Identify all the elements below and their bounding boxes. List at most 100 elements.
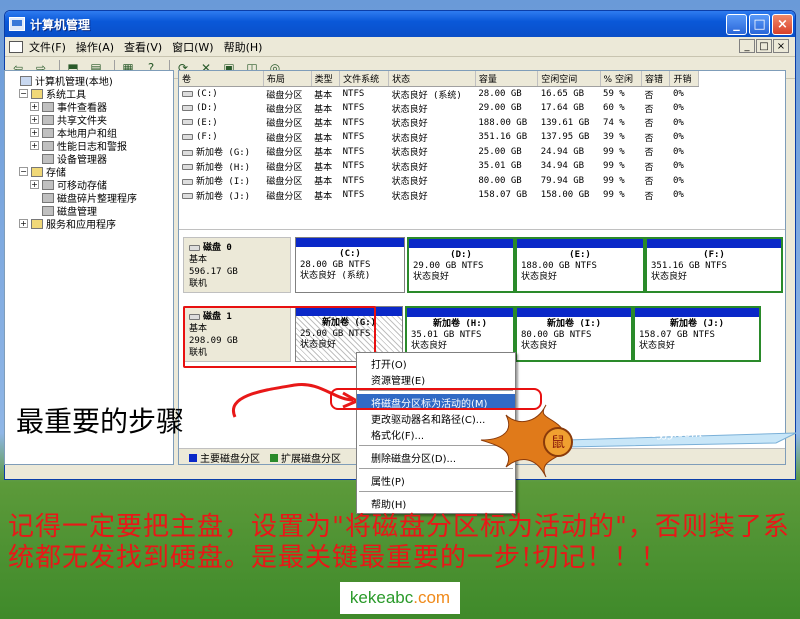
close-button[interactable]: × — [772, 13, 793, 35]
cell-text: 否 — [644, 90, 654, 101]
disk-0-header[interactable]: 磁盘 0 基本 596.17 GB 联机 — [183, 237, 291, 293]
tree-node[interactable]: + 服务和应用程序 — [8, 217, 170, 231]
table-cell: 状态良好 — [389, 188, 476, 203]
menu-item-open[interactable]: 打开(O) — [357, 355, 515, 371]
legend-swatch-extended — [270, 453, 278, 462]
table-cell: 否 — [642, 101, 670, 116]
table-row[interactable]: (D:) 磁盘分区 基本 NTFS 状态良好 29.00 GB 17.64 GB 60 % 否 0… — [179, 101, 699, 116]
partition-d[interactable]: (D:) 29.00 GB NTFS 状态良好 — [407, 237, 515, 293]
cell-text: 17.64 GB — [540, 103, 585, 114]
partition-f[interactable]: (F:) 351.16 GB NTFS 状态良好 — [645, 237, 783, 293]
partition-e[interactable]: (E:) 188.00 GB NTFS 状态良好 — [515, 237, 645, 293]
maximize-button[interactable]: □ — [749, 13, 770, 35]
table-cell: 99 % — [600, 145, 641, 160]
expander-icon[interactable]: + — [30, 180, 39, 189]
table-row[interactable]: 新加卷 (H:) 磁盘分区 基本 NTFS 状态良好 35.01 GB 34.94 GB 99… — [179, 159, 699, 174]
table-cell: 磁盘分区 — [263, 159, 311, 174]
minimize-button[interactable]: _ — [726, 13, 747, 35]
mdi-restore-button[interactable]: □ — [756, 39, 772, 53]
cell-text: 新加卷 (H:) — [196, 162, 251, 173]
tree-node-icon — [31, 88, 43, 99]
document-icon[interactable] — [9, 40, 23, 53]
cell-text: 351.16 GB — [478, 132, 528, 143]
title-bar[interactable]: 计算机管理 _ □ × — [5, 11, 795, 37]
primary-partition-bar — [409, 239, 513, 248]
tree-node[interactable]: 设备管理器 — [8, 152, 170, 166]
cell-text: 状态良好 — [391, 119, 428, 130]
tree-node[interactable]: 计算机管理(本地) — [8, 74, 170, 88]
volume-icon — [182, 178, 193, 185]
table-row[interactable]: 新加卷 (J:) 磁盘分区 基本 NTFS 状态良好 158.07 GB 158.00 GB… — [179, 188, 699, 203]
expander-icon[interactable]: − — [19, 167, 28, 176]
table-cell: 否 — [642, 116, 670, 131]
expander-icon[interactable]: + — [19, 219, 28, 228]
cell-text: 新加卷 (J:) — [196, 191, 251, 202]
expander-icon[interactable]: − — [19, 89, 28, 98]
cell-text: 0% — [672, 175, 684, 186]
partition-c[interactable]: (C:) 28.00 GB NTFS 状态良好 (系统) — [295, 237, 405, 293]
menu-file[interactable]: 文件(F) — [29, 39, 66, 55]
table-cell: 0% — [670, 159, 699, 174]
table-cell: 否 — [642, 159, 670, 174]
table-cell: 16.65 GB — [538, 87, 600, 102]
cell-text: 磁盘分区 — [266, 191, 303, 202]
table-row[interactable]: (E:) 磁盘分区 基本 NTFS 状态良好 188.00 GB 139.61 GB 74 %… — [179, 116, 699, 131]
partition-name: (D:) — [450, 250, 472, 260]
table-cell: 99 % — [600, 174, 641, 189]
column-header[interactable]: 容错 — [641, 71, 671, 87]
table-cell: 基本 — [311, 130, 339, 145]
table-row[interactable]: 新加卷 (I:) 磁盘分区 基本 NTFS 状态良好 80.00 GB 79.94 GB 99… — [179, 174, 699, 189]
menu-window[interactable]: 窗口(W) — [172, 39, 213, 55]
column-header[interactable]: 开销 — [669, 71, 699, 87]
cell-text: 基本 — [314, 119, 333, 130]
table-cell: 状态良好 — [389, 130, 476, 145]
cell-text: (D:) — [196, 103, 218, 114]
tree-spacer — [30, 206, 39, 215]
partition-j[interactable]: 新加卷 (J:) 158.07 GB NTFS 状态良好 — [633, 306, 761, 362]
cell-text: 139.61 GB — [540, 117, 590, 128]
column-header[interactable]: 文件系统 — [339, 71, 390, 87]
cell-text: 磁盘分区 — [266, 133, 303, 144]
column-header[interactable]: 卷 — [179, 71, 264, 87]
tree-node-icon — [42, 153, 54, 164]
table-cell: 基本 — [311, 87, 339, 102]
table-cell: 否 — [642, 188, 670, 203]
disk-0-name: 磁盘 0 — [203, 243, 232, 253]
mdi-minimize-button[interactable]: _ — [739, 39, 755, 53]
column-header[interactable]: 状态 — [388, 71, 476, 87]
tree-node-icon — [42, 140, 54, 151]
menu-item-explore[interactable]: 资源管理(E) — [357, 371, 515, 387]
cell-text: 0% — [672, 117, 684, 128]
table-row[interactable]: (F:) 磁盘分区 基本 NTFS 状态良好 351.16 GB 137.95 GB 39 %… — [179, 130, 699, 145]
table-cell: 磁盘分区 — [263, 87, 311, 102]
tree-node-icon — [42, 114, 54, 125]
expander-icon[interactable]: + — [30, 102, 39, 111]
cell-text: 0% — [672, 146, 684, 157]
cell-text: 否 — [644, 148, 654, 159]
column-header[interactable]: 容量 — [475, 71, 539, 87]
menu-view[interactable]: 查看(V) — [124, 39, 162, 55]
tree-node-icon — [20, 75, 32, 86]
expander-icon[interactable]: + — [30, 128, 39, 137]
menu-help[interactable]: 帮助(H) — [224, 39, 263, 55]
cell-text: 35.01 GB — [478, 161, 522, 172]
column-header[interactable]: 类型 — [311, 71, 341, 87]
menu-bar: 文件(F) 操作(A) 查看(V) 窗口(W) 帮助(H) _ □ × — [5, 37, 795, 57]
partition-i[interactable]: 新加卷 (I:) 80.00 GB NTFS 状态良好 — [515, 306, 633, 362]
cell-text: 否 — [644, 104, 654, 115]
cell-text: 否 — [644, 191, 654, 202]
menu-item-help[interactable]: 帮助(H) — [357, 495, 515, 511]
column-header[interactable]: 布局 — [263, 71, 312, 87]
step-annotation-label: 最重要的步骤 — [16, 405, 185, 438]
table-row[interactable]: (C:) 磁盘分区 基本 NTFS 状态良好 (系统) 28.00 GB 16.65 GB 5… — [179, 87, 699, 102]
table-cell: 0% — [670, 101, 699, 116]
column-header[interactable]: % 空闲 — [600, 71, 643, 87]
menu-action[interactable]: 操作(A) — [76, 39, 114, 55]
mdi-close-button[interactable]: × — [773, 39, 789, 53]
expander-icon[interactable]: + — [30, 141, 39, 150]
table-row[interactable]: 新加卷 (G:) 磁盘分区 基本 NTFS 状态良好 25.00 GB 24.94 GB 99… — [179, 145, 699, 160]
column-header[interactable]: 空闲空间 — [537, 71, 601, 87]
expander-icon[interactable]: + — [30, 115, 39, 124]
table-cell: 25.00 GB — [475, 145, 537, 160]
cell-text: 99 % — [603, 146, 625, 157]
